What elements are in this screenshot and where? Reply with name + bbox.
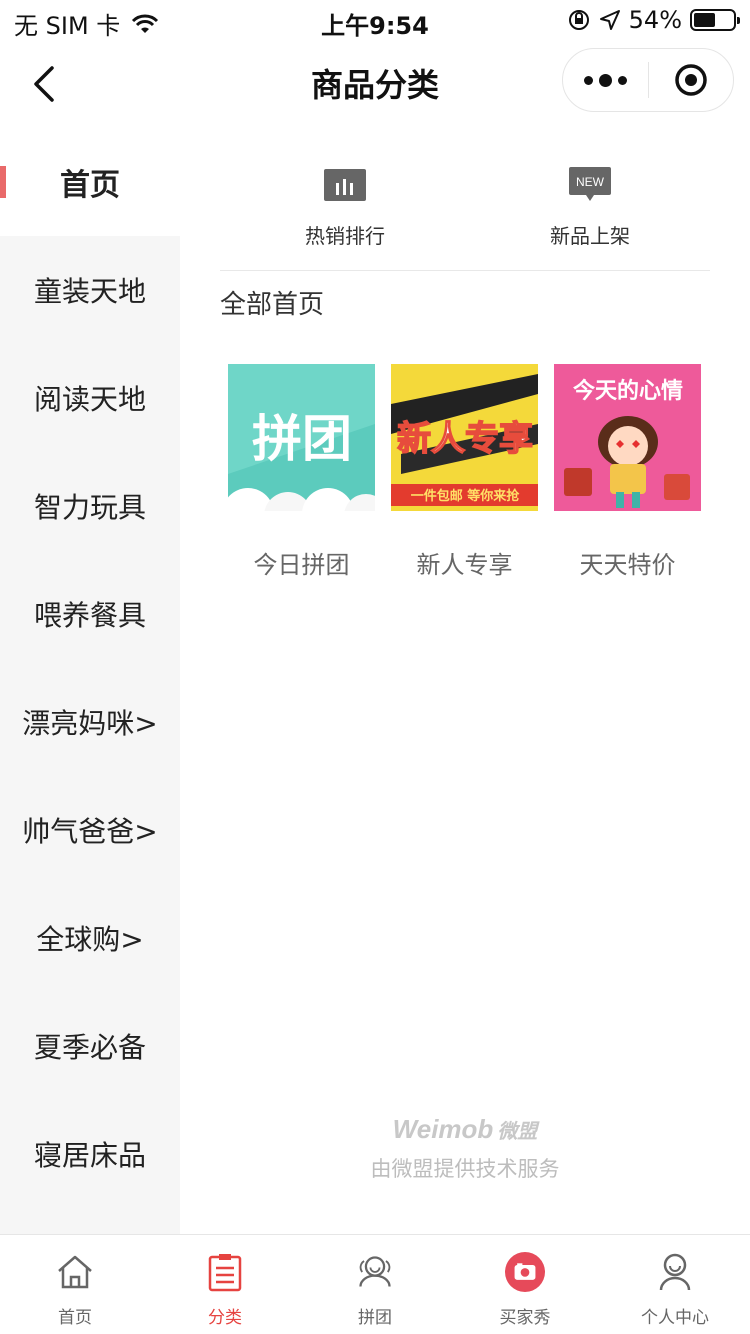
nav-bar: 商品分类 [0,40,750,128]
sidebar-item-summer[interactable]: 夏季必备 [0,992,180,1100]
tab-category[interactable]: 分类 [150,1235,300,1334]
promo-card-daily-deals[interactable]: 今天的心情 天天特价 [554,364,701,580]
new-badge-icon: NEW [569,167,611,201]
target-icon [675,64,707,96]
svg-text:今天的心情: 今天的心情 [573,378,683,404]
weimob-logo: Weimob 微盟 [392,1114,538,1144]
sidebar-item-mommy[interactable]: 漂亮妈咪> [0,668,180,776]
promo-card-new-user[interactable]: 新人专享 一件包邮 等你来抢 新人专享 [391,364,538,580]
group-icon [359,1256,391,1287]
card-caption: 新人专享 [416,551,513,579]
location-icon [599,10,620,30]
category-content: 热销排行 NEW 新品上架 全部首页 拼团 今日拼团 新人专享 一件包邮 等你来… [180,128,750,1234]
sidebar-item-global[interactable]: 全球购> [0,884,180,992]
camera-icon [505,1252,545,1292]
quick-link-hot-ranking[interactable]: 热销排行 [265,160,425,249]
group-buy-image: 拼团 [228,364,375,511]
more-button[interactable] [563,48,648,112]
close-miniprogram-button[interactable] [649,48,734,112]
card-caption: 今日拼团 [253,551,350,579]
quick-link-label: 热销排行 [305,224,385,248]
status-bar: 无 SIM 卡 上午9:54 54% [0,0,750,40]
status-right: 54% [567,6,740,34]
service-text: 由微盟提供技术服务 [370,1157,560,1181]
battery-percent: 54% [628,6,682,34]
bottom-tab-bar: 首页 分类 拼团 买家秀 个人中心 [0,1234,750,1334]
battery-icon [690,9,740,31]
category-sidebar: 首页 童装天地 阅读天地 智力玩具 喂养餐具 漂亮妈咪> 帅气爸爸> 全球购> … [0,128,180,1234]
home-icon [58,1255,92,1289]
new-user-image: 新人专享 一件包邮 等你来抢 [391,364,538,511]
quick-link-label: 新品上架 [550,224,630,248]
section-title: 全部首页 [220,290,325,320]
card-caption: 天天特价 [579,551,676,579]
sidebar-item-home[interactable]: 首页 [0,128,180,236]
tab-home[interactable]: 首页 [0,1235,150,1334]
tab-group-buy[interactable]: 拼团 [300,1235,450,1334]
svg-text:NEW: NEW [576,175,605,189]
daily-deals-image: 今天的心情 [554,364,701,511]
sidebar-item-toys[interactable]: 智力玩具 [0,452,180,560]
weimob-footer: Weimob 微盟 由微盟提供技术服务 [180,1114,750,1183]
svg-text:新人专享: 新人专享 [397,419,533,459]
clipboard-list-icon [208,1254,242,1292]
promo-card-group-buy[interactable]: 拼团 今日拼团 [228,364,375,580]
section-divider [220,270,710,271]
tab-profile[interactable]: 个人中心 [600,1235,750,1334]
more-dots-icon [583,75,593,85]
user-icon [659,1253,691,1291]
svg-text:拼团: 拼团 [252,410,352,468]
sidebar-item-bedding[interactable]: 寝居床品 [0,1100,180,1208]
menu-capsule [562,48,734,112]
quick-link-new-arrivals[interactable]: NEW 新品上架 [510,160,670,249]
bar-chart-icon [324,169,366,201]
sidebar-item-feeding[interactable]: 喂养餐具 [0,560,180,668]
orientation-lock-icon [568,10,589,30]
sidebar-item-reading[interactable]: 阅读天地 [0,344,180,452]
svg-text:一件包邮 等你来抢: 一件包邮 等你来抢 [411,488,521,504]
sidebar-item-kids-clothing[interactable]: 童装天地 [0,236,180,344]
sidebar-item-daddy[interactable]: 帅气爸爸> [0,776,180,884]
tab-buyer-show[interactable]: 买家秀 [450,1235,600,1334]
